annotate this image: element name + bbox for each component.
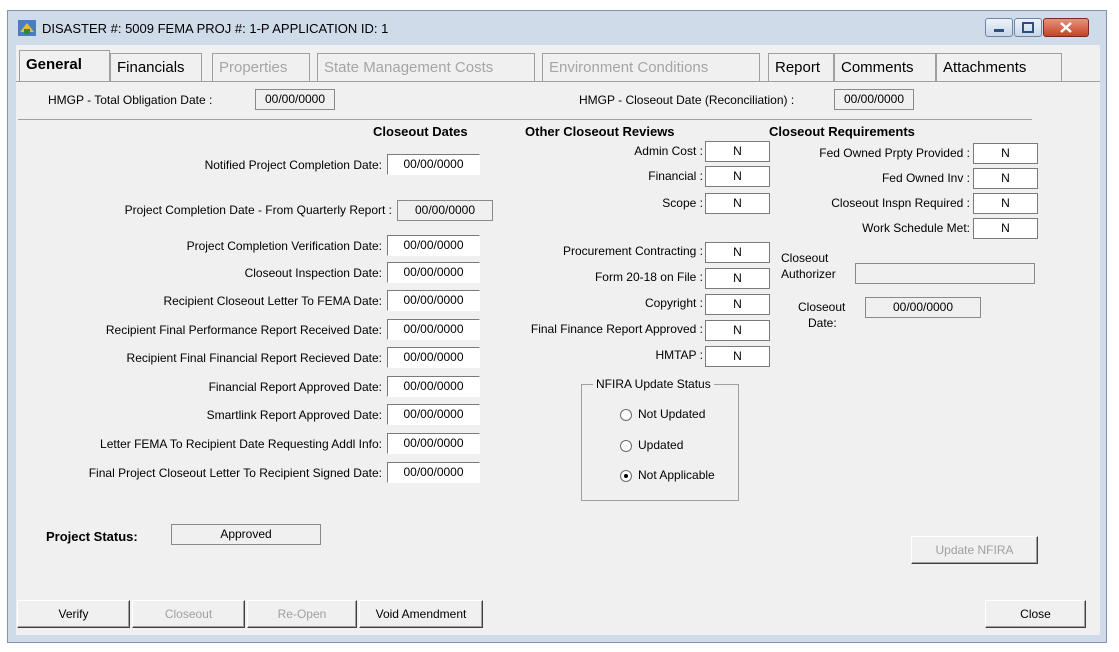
financial-report-approved-date-field[interactable]: 00/00/0000 xyxy=(387,376,480,397)
closeout-date-label: Final Project Closeout Letter To Recipie… xyxy=(88,466,382,480)
void-amendment-button[interactable]: Void Amendment xyxy=(359,600,483,628)
closeout-reconciliation-field: 00/00/0000 xyxy=(834,89,914,110)
tab-general[interactable]: General xyxy=(19,50,110,82)
tab-financials[interactable]: Financials xyxy=(110,53,202,81)
title-bar: DISASTER #: 5009 FEMA PROJ #: 1-P APPLIC… xyxy=(8,11,1106,45)
radio-updated[interactable] xyxy=(620,440,632,452)
closeout-date-field: 00/00/0000 xyxy=(865,297,981,318)
tab-state-management-costs[interactable]: State Management Costs xyxy=(317,53,535,81)
procurement-contracting-field[interactable]: N xyxy=(705,242,770,263)
closeout-date-label: Closeout Inspection Date: xyxy=(244,266,382,280)
nfira-status-legend: NFIRA Update Status xyxy=(593,377,714,391)
closeout-reconciliation-label: HMGP - Closeout Date (Reconciliation) : xyxy=(579,93,795,107)
radio-not-updated[interactable] xyxy=(620,409,632,421)
review-label: Form 20-18 on File : xyxy=(594,270,703,284)
notified-completion-date-field[interactable]: 00/00/0000 xyxy=(387,154,480,175)
requirement-label: Fed Owned Prpty Provided : xyxy=(819,146,970,160)
recipient-closeout-letter-date-field[interactable]: 00/00/0000 xyxy=(387,290,480,311)
minimize-icon xyxy=(994,29,1004,32)
total-obligation-field: 00/00/0000 xyxy=(255,89,335,110)
final-closeout-letter-date-field[interactable]: 00/00/0000 xyxy=(387,462,480,483)
closeout-date-label: Project Completion Verification Date: xyxy=(186,239,382,253)
closeout-authorizer-label-2: Authorizer xyxy=(781,267,836,281)
scope-field[interactable]: N xyxy=(705,193,770,214)
radio-label: Not Updated xyxy=(638,407,706,421)
close-button[interactable]: Close xyxy=(985,600,1086,628)
closeout-date-label: Closeout xyxy=(798,300,846,314)
form-2018-field[interactable]: N xyxy=(705,268,770,289)
copyright-field[interactable]: N xyxy=(705,294,770,315)
radio-not-applicable[interactable] xyxy=(620,470,632,482)
maximize-icon xyxy=(1022,22,1034,33)
app-icon xyxy=(18,20,36,36)
reopen-button[interactable]: Re-Open xyxy=(247,600,357,628)
tab-environment-conditions[interactable]: Environment Conditions xyxy=(542,53,760,81)
closeout-button[interactable]: Closeout xyxy=(132,600,245,628)
tab-attachments[interactable]: Attachments xyxy=(936,53,1062,81)
completion-verification-date-field[interactable]: 00/00/0000 xyxy=(387,235,480,256)
closeout-inspn-required-field[interactable]: N xyxy=(973,193,1038,214)
verify-button[interactable]: Verify xyxy=(17,600,130,628)
tab-divider xyxy=(16,81,1100,82)
window-title: DISASTER #: 5009 FEMA PROJ #: 1-P APPLIC… xyxy=(42,21,389,36)
closeout-date-label: Notified Project Completion Date: xyxy=(204,158,382,172)
maximize-button[interactable] xyxy=(1014,18,1042,37)
review-label: HMTAP : xyxy=(655,348,703,362)
final-financial-report-date-field[interactable]: 00/00/0000 xyxy=(387,347,480,368)
radio-label: Not Applicable xyxy=(638,468,715,482)
closeout-date-label: Letter FEMA To Recipient Date Requesting… xyxy=(100,437,382,451)
header-separator xyxy=(18,119,1032,120)
fed-owned-prpty-field[interactable]: N xyxy=(973,143,1038,164)
hmtap-field[interactable]: N xyxy=(705,346,770,367)
radio-label: Updated xyxy=(638,438,684,452)
admin-cost-field[interactable]: N xyxy=(705,141,770,162)
fed-owned-inv-field[interactable]: N xyxy=(973,168,1038,189)
requirement-label: Work Schedule Met: xyxy=(862,221,970,235)
financial-review-field[interactable]: N xyxy=(705,166,770,187)
work-schedule-met-field[interactable]: N xyxy=(973,218,1038,239)
review-label: Scope : xyxy=(662,196,703,210)
closeout-date-label: Project Completion Date - From Quarterly… xyxy=(124,203,392,217)
addl-info-request-date-field[interactable]: 00/00/0000 xyxy=(387,433,480,454)
project-status-field: Approved xyxy=(171,524,321,545)
closeout-date-label: Financial Report Approved Date: xyxy=(208,380,382,394)
update-nfira-button[interactable]: Update NFIRA xyxy=(911,536,1038,564)
requirements-heading: Closeout Requirements xyxy=(769,124,915,139)
closeout-date-label: Smartlink Report Approved Date: xyxy=(206,408,382,422)
closeout-authorizer-field xyxy=(855,263,1035,284)
nfira-status-group: NFIRA Update Status Not Updated Updated … xyxy=(581,377,739,501)
review-label: Copyright : xyxy=(644,296,703,310)
total-obligation-label: HMGP - Total Obligation Date : xyxy=(48,93,213,107)
closeout-date-label-2: Date: xyxy=(808,316,837,330)
application-window: DISASTER #: 5009 FEMA PROJ #: 1-P APPLIC… xyxy=(7,10,1107,643)
project-status-label: Project Status: xyxy=(46,529,138,544)
quarterly-report-completion-date-field: 00/00/0000 xyxy=(397,200,493,221)
requirement-label: Closeout Inspn Required : xyxy=(831,196,970,210)
smartlink-report-approved-date-field[interactable]: 00/00/0000 xyxy=(387,404,480,425)
requirement-label: Fed Owned Inv : xyxy=(881,171,970,185)
closeout-inspection-date-field[interactable]: 00/00/0000 xyxy=(387,262,480,283)
closeout-dates-heading: Closeout Dates xyxy=(373,124,468,139)
tab-report[interactable]: Report xyxy=(768,53,834,81)
closeout-date-label: Recipient Final Financial Report Recieve… xyxy=(126,351,382,365)
closeout-authorizer-label: Closeout xyxy=(781,251,829,265)
tab-properties[interactable]: Properties xyxy=(212,53,310,81)
review-label: Final Finance Report Approved : xyxy=(530,322,703,336)
review-label: Procurement Contracting : xyxy=(562,244,703,258)
closeout-date-label: Recipient Final Performance Report Recei… xyxy=(105,323,382,337)
final-finance-report-field[interactable]: N xyxy=(705,320,770,341)
closeout-date-label: Recipient Closeout Letter To FEMA Date: xyxy=(163,294,382,308)
other-reviews-heading: Other Closeout Reviews xyxy=(525,124,675,139)
minimize-button[interactable] xyxy=(985,18,1013,37)
final-performance-report-date-field[interactable]: 00/00/0000 xyxy=(387,319,480,340)
client-area: General Financials Properties State Mana… xyxy=(16,45,1100,635)
review-label: Admin Cost : xyxy=(634,144,703,158)
review-label: Financial : xyxy=(648,169,703,183)
close-icon xyxy=(1060,22,1072,33)
window-close-button[interactable] xyxy=(1043,18,1089,37)
tab-comments[interactable]: Comments xyxy=(834,53,936,81)
